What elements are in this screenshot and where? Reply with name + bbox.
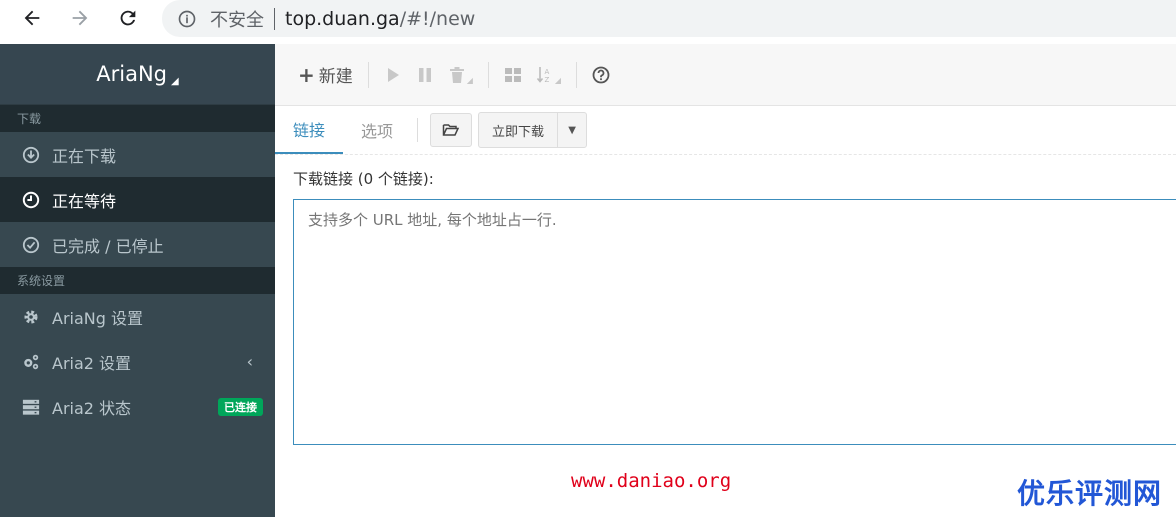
server-icon	[20, 396, 42, 418]
sidebar-item-label: Aria2 设置	[52, 353, 132, 373]
watermark-site: www.daniao.org	[571, 470, 732, 492]
clock-icon	[20, 189, 42, 211]
sidebar-item-label: Aria2 状态	[52, 398, 132, 418]
download-now-button-group: 立即下载 ▼	[478, 112, 588, 148]
pause-icon	[418, 67, 431, 82]
toolbar-divider	[576, 61, 578, 88]
browser-toolbar: 不安全 top.duan.ga/#!/new	[0, 0, 1176, 44]
insecure-label: 不安全	[210, 9, 264, 31]
status-badge: 已连接	[218, 397, 263, 416]
download-circle-icon	[20, 144, 42, 166]
play-icon	[387, 67, 399, 82]
gears-icon	[20, 351, 42, 373]
tab-divider	[417, 118, 419, 142]
sidebar-item-label: 正在等待	[52, 191, 117, 211]
sort-button[interactable]: AZ ◢	[529, 59, 568, 91]
divider	[274, 7, 275, 30]
toolbar: + 新建 ◢ AZ ◢	[275, 44, 1176, 106]
tabs-row: 链接 选项 立即下载 ▼	[275, 106, 1176, 155]
check-circle-icon	[20, 234, 42, 256]
urls-input[interactable]	[293, 199, 1176, 445]
sidebar-item-label: AriaNg 设置	[52, 308, 143, 328]
forward-arrow-icon[interactable]	[64, 4, 96, 32]
caret-down-icon: ◢	[171, 75, 179, 87]
brand-name: AriaNg	[96, 62, 168, 86]
toolbar-divider	[487, 61, 489, 88]
svg-text:A: A	[544, 68, 549, 76]
download-now-button[interactable]: 立即下载	[479, 113, 559, 147]
watermark-brand: 优乐评测网	[1017, 477, 1163, 510]
brand-logo[interactable]: AriaNg ◢	[0, 44, 275, 105]
caret-down-icon: ◢	[466, 76, 473, 85]
sort-alpha-icon: AZ	[536, 66, 549, 84]
section-header-settings: 系统设置	[0, 267, 275, 294]
help-button[interactable]	[585, 59, 617, 91]
url-text: top.duan.ga/#!/new	[285, 8, 475, 30]
delete-button[interactable]: ◢	[441, 59, 480, 91]
section-header-download: 下载	[0, 105, 275, 132]
caret-down-icon: ◢	[554, 76, 562, 85]
folder-open-icon	[442, 124, 460, 136]
sidebar-item-label: 已完成 / 已停止	[52, 236, 164, 256]
pause-button[interactable]	[409, 59, 441, 91]
sidebar-item-label: 正在下载	[52, 146, 117, 166]
new-task-button[interactable]: + 新建	[291, 59, 360, 91]
sidebar-item-stopped[interactable]: 已完成 / 已停止	[0, 222, 275, 267]
new-task-label: 新建	[318, 67, 353, 87]
links-field-label: 下载链接 (0 个链接):	[293, 170, 434, 188]
main-content: + 新建 ◢ AZ ◢ 链接 选项 立即下载 ▼ 下载链接 (0 个链接): 支…	[275, 44, 1176, 517]
sidebar-item-downloading[interactable]: 正在下载	[0, 132, 275, 177]
back-arrow-icon[interactable]	[16, 4, 48, 32]
url-host: top.duan.ga	[285, 7, 400, 30]
sidebar-item-ariang-settings[interactable]: AriaNg 设置	[0, 294, 275, 339]
grid-icon	[504, 67, 521, 82]
gear-icon	[20, 306, 42, 328]
url-path: /#!/new	[399, 7, 476, 30]
reload-icon[interactable]	[112, 4, 144, 32]
chevron-down-icon[interactable]: ▼	[558, 113, 586, 147]
select-all-button[interactable]	[497, 59, 529, 91]
info-icon[interactable]	[176, 8, 198, 30]
question-circle-icon	[592, 66, 610, 83]
sidebar-item-aria2-status[interactable]: Aria2 状态 已连接	[0, 384, 275, 429]
svg-text:Z: Z	[544, 76, 549, 84]
trash-icon	[449, 66, 464, 83]
toolbar-divider	[367, 61, 369, 88]
chevron-left-icon[interactable]: ‹	[247, 352, 253, 371]
sidebar-item-aria2-settings[interactable]: Aria2 设置 ‹	[0, 339, 275, 384]
plus-icon: +	[298, 62, 315, 87]
tab-links[interactable]: 链接	[275, 105, 344, 154]
address-bar[interactable]: 不安全 top.duan.ga/#!/new	[162, 0, 1176, 37]
sidebar-item-waiting[interactable]: 正在等待	[0, 177, 275, 222]
sidebar: AriaNg ◢ 下载 正在下载 正在等待 已完成 / 已停止 系统设置 Aria…	[0, 44, 275, 517]
tab-options[interactable]: 选项	[343, 105, 411, 154]
open-file-button[interactable]	[430, 113, 473, 147]
start-button[interactable]	[377, 59, 409, 91]
